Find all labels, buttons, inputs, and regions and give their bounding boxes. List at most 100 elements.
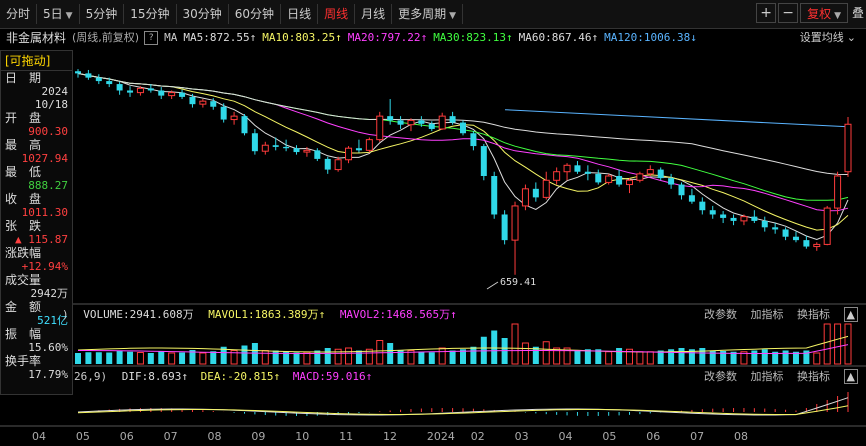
candle-body-up (844, 123, 852, 173)
volume-bar-down (158, 351, 165, 364)
volume-bar-down (709, 350, 716, 364)
data-window-rows: 日 期 2024 10/18 开 盘 900.30 最 高 1027.94 最 低 888.27… (1, 71, 72, 381)
mavol1-value: MAVOL1:1863.389万 (208, 308, 319, 321)
candle-body-down (460, 122, 466, 134)
volume-bar-down (761, 349, 768, 364)
x-tick-label: 10 (295, 430, 310, 443)
volume-bar-up (511, 323, 519, 365)
volume-add-indicator-button[interactable]: 加指标 (751, 308, 784, 321)
volume-bar-down (293, 352, 300, 364)
up-icon[interactable]: ▲ (843, 307, 858, 322)
candle-body-down (595, 173, 602, 183)
candle-body-up (261, 144, 269, 152)
candle-body-down (147, 88, 154, 91)
volume-bar-down (127, 351, 134, 364)
data-window[interactable]: [可拖动] 日 期 2024 10/18 开 盘 900.30 最 高 1027.94 最 低… (0, 50, 73, 395)
candle-body-down (293, 148, 300, 153)
volume-bar-down (387, 343, 394, 364)
data-window-value: 2942万 (30, 287, 69, 300)
volume-bar-up (636, 351, 644, 365)
candle-body-up (605, 175, 613, 183)
candle-body-down (179, 92, 186, 97)
candle-body-up (521, 188, 529, 207)
candle-body-down (314, 150, 321, 159)
volume-switch-indicator-button[interactable]: 换指标 (797, 308, 830, 321)
volume-edit-params-button[interactable]: 改参数 (704, 308, 737, 321)
volume-bar-down (324, 348, 331, 364)
volume-bar-down (116, 350, 123, 364)
volume-bar-up (303, 351, 311, 365)
candle-body-down (501, 214, 508, 241)
candle-body-down (106, 81, 113, 85)
candle-body-down (324, 158, 331, 170)
candle-body-down (480, 146, 487, 176)
data-window-value: 1011.30 (21, 206, 68, 219)
candle-body-up (823, 207, 831, 245)
candle-body-down (772, 227, 779, 230)
macd-edit-params-button[interactable]: 改参数 (704, 370, 737, 383)
volume-bar-down (616, 348, 623, 364)
candle-body-up (376, 115, 384, 141)
volume-bar-up (521, 342, 529, 365)
volume-bar-up (823, 323, 831, 365)
x-tick-label: 06 (646, 430, 661, 443)
data-window-label: 最 高 (5, 138, 42, 152)
candle-body-down (95, 77, 102, 82)
ma20-line (77, 72, 849, 212)
volume-bar-down (179, 352, 186, 364)
candle-body-up (136, 87, 144, 94)
data-window-value: 15.60% (28, 341, 68, 354)
candle-body-up (834, 175, 842, 209)
candle-body-up (636, 173, 644, 181)
x-axis: 04 05 06 07 08 09 10 11 12 2024 02 03 04 05 06 07 08 (0, 426, 866, 446)
candle-body-up (553, 171, 561, 181)
macd-add-indicator-button[interactable]: 加指标 (751, 370, 784, 383)
candle-body-up (168, 92, 176, 97)
data-window-label: 日 期 (5, 71, 42, 85)
volume-bar-down (272, 350, 279, 364)
volume-bar-down (241, 345, 248, 364)
candle-body-down (668, 178, 675, 185)
volume-bar-up (261, 350, 269, 365)
data-window-title[interactable]: [可拖动] (1, 51, 72, 71)
candle-body-down (720, 214, 727, 218)
candle-body-down (792, 236, 799, 241)
candle-body-down (158, 90, 165, 96)
candle-body-up (813, 243, 821, 248)
data-window-label: 开 盘 (5, 111, 42, 125)
candle-body-down (85, 73, 92, 78)
x-tick-label: 11 (339, 430, 354, 443)
candle-body-down (75, 71, 81, 74)
candle-body-down (251, 133, 258, 152)
volume-value: VOLUME:2941.608万 (83, 308, 194, 321)
candle-body-up (365, 139, 373, 151)
candle-body-down (491, 176, 498, 215)
x-tick-label: 04 (558, 430, 573, 443)
candle-body-down (387, 116, 394, 121)
candle-body-down (803, 240, 810, 247)
price-panel (75, 69, 852, 275)
macd-panel (77, 392, 849, 416)
volume-bar-up (168, 352, 176, 365)
candle-body-down (699, 201, 706, 211)
data-window-label: 张 跌 (5, 219, 42, 233)
volume-bar-down (751, 350, 758, 364)
data-window-label: 最 低 (5, 165, 42, 179)
volume-bar-down (106, 352, 113, 364)
data-window-value: 2024 (41, 85, 69, 98)
candle-body-down (127, 90, 134, 93)
macd-switch-indicator-button[interactable]: 换指标 (797, 370, 830, 383)
x-tick-label: 07 (163, 430, 178, 443)
volume-bar-down (85, 352, 92, 364)
x-tick-label: 07 (690, 430, 705, 443)
arrow-up-icon: ↑ (318, 308, 326, 321)
macd-buttons: 改参数 加指标 换指标 ▲ (694, 369, 858, 385)
up-icon[interactable]: ▲ (843, 369, 858, 384)
candle-body-down (272, 145, 279, 147)
data-window-value: +12.94% (21, 260, 68, 273)
volume-bar-up (136, 352, 144, 365)
arrow-up-icon: ↑ (365, 370, 373, 383)
data-window-label: 振 幅 (5, 327, 42, 341)
candle-body-down (751, 216, 758, 221)
volume-bar-up (813, 352, 821, 365)
